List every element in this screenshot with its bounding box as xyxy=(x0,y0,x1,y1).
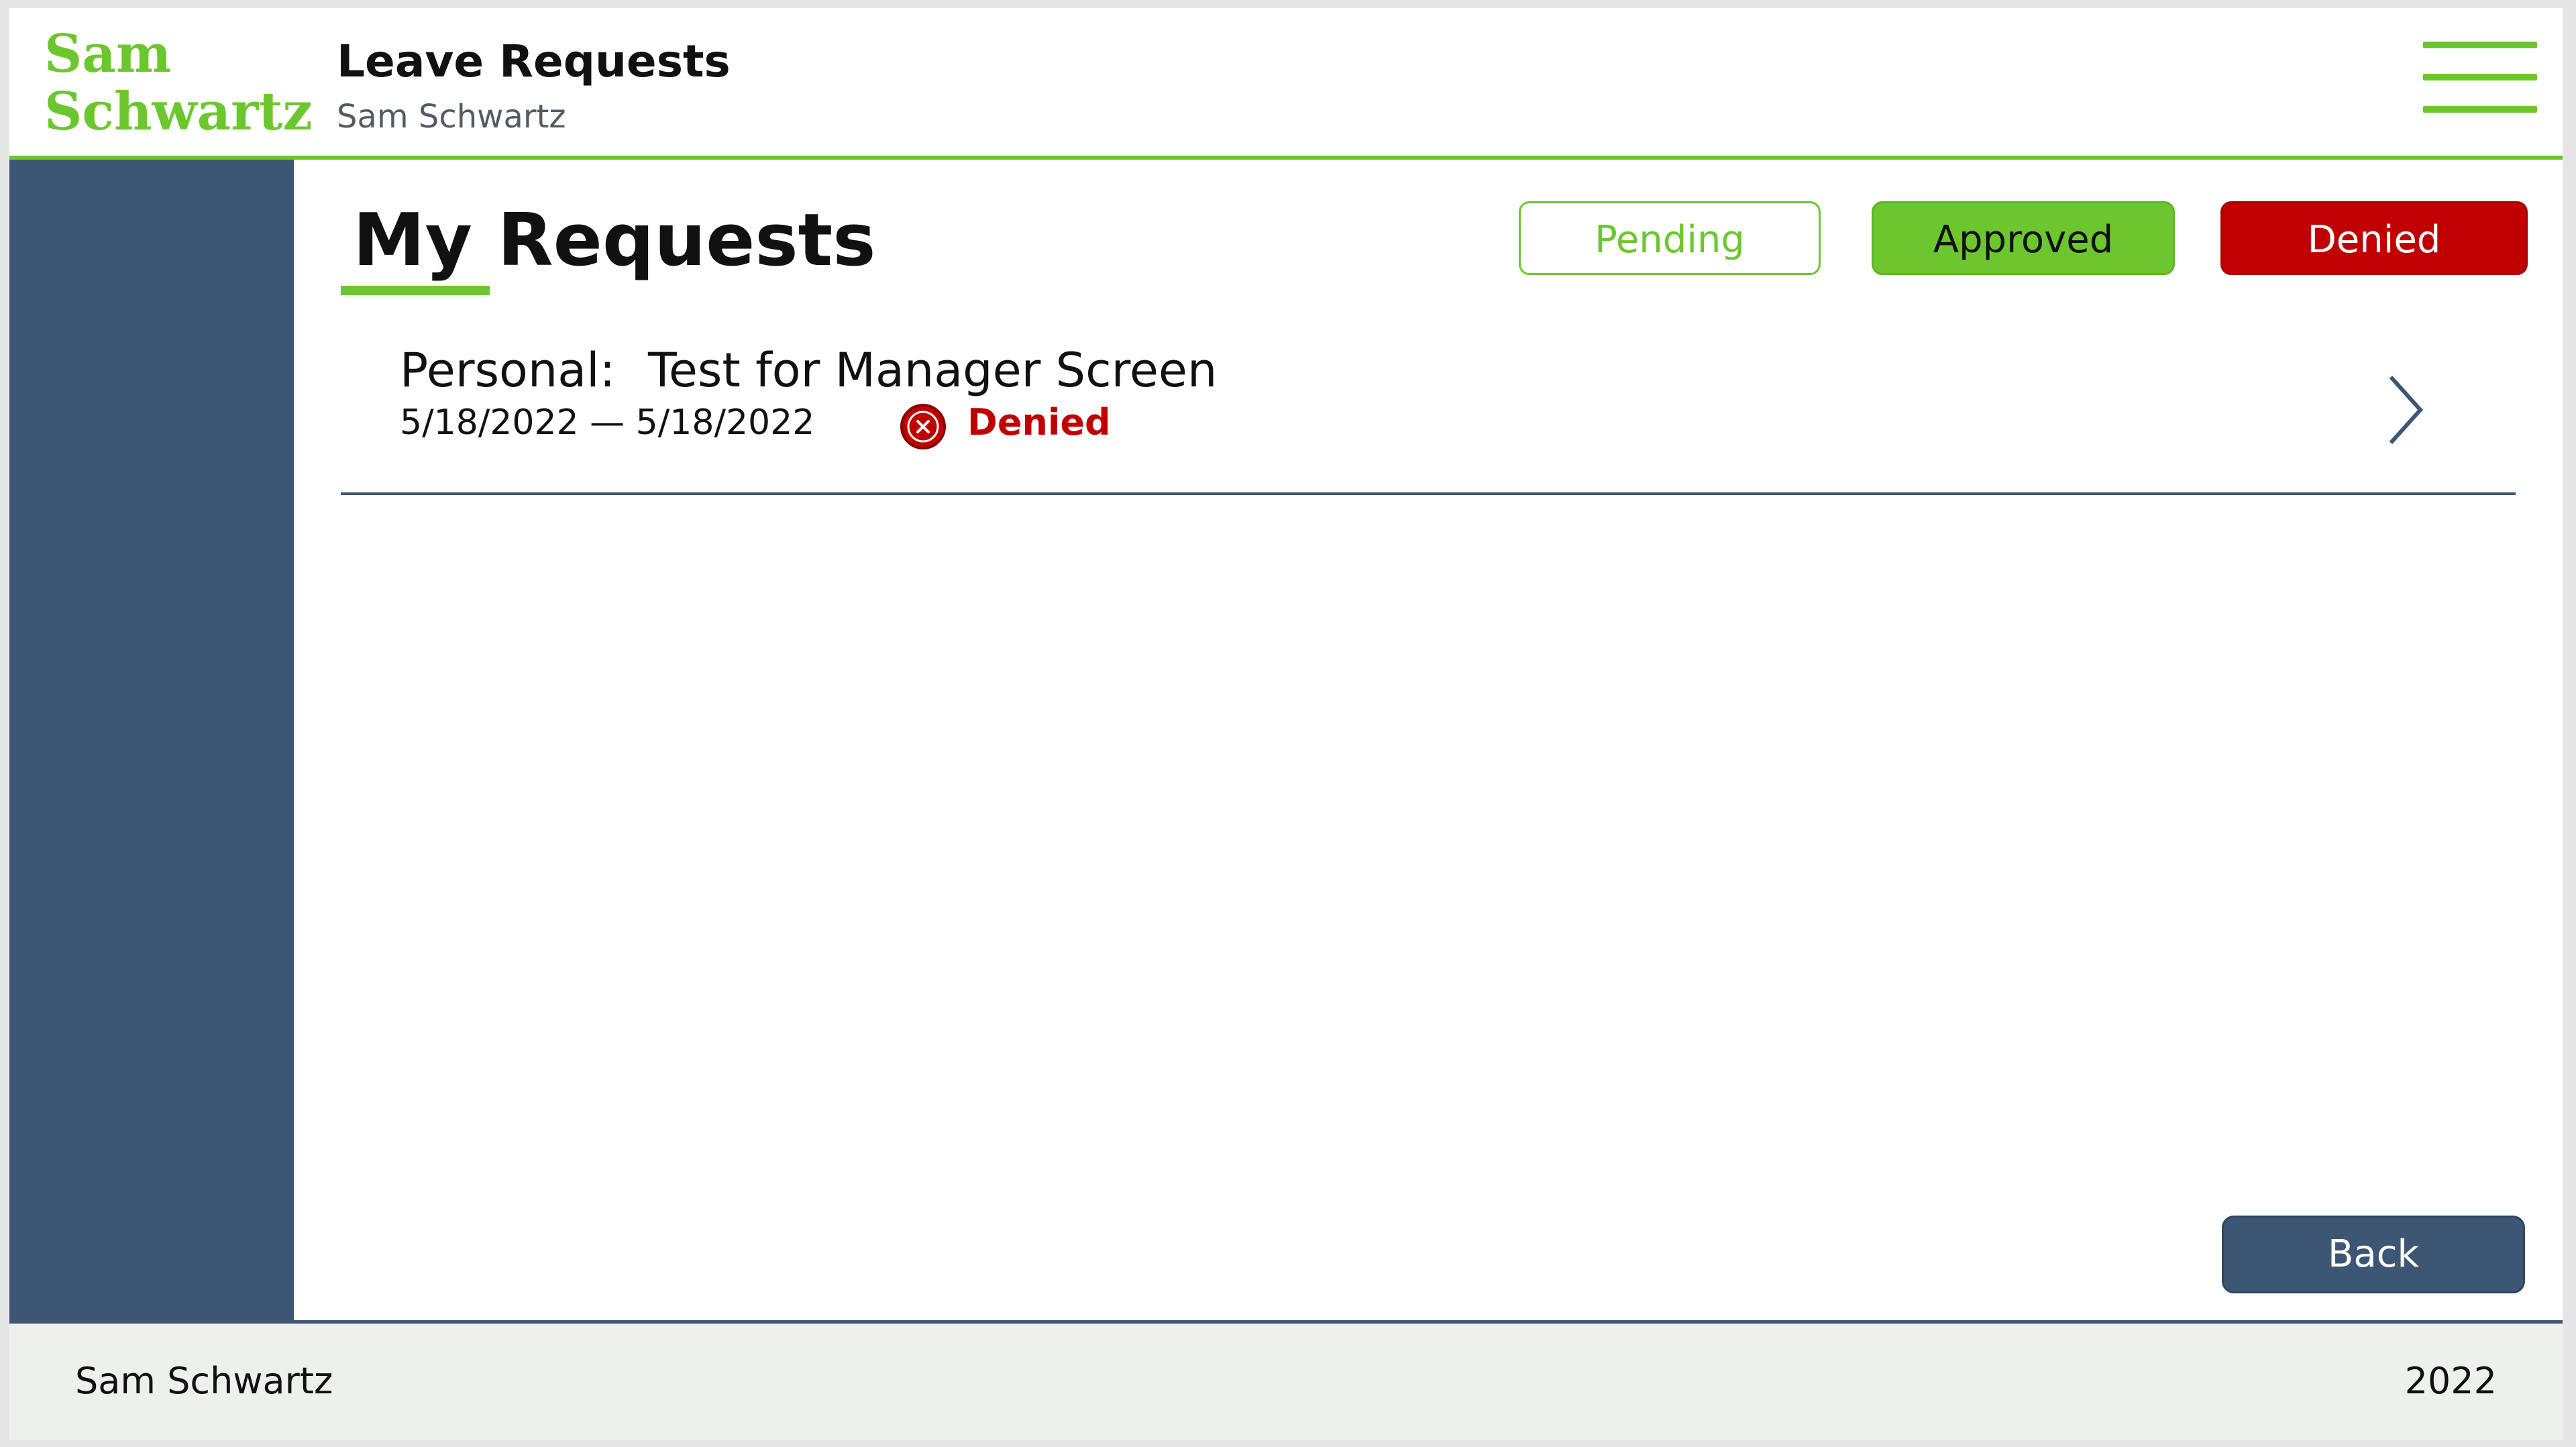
logo-line-1: Sam xyxy=(44,23,172,85)
denied-filter-button[interactable]: Denied xyxy=(2220,201,2528,275)
logo-line-2: Schwartz xyxy=(44,81,313,142)
app-subtitle: Sam Schwartz xyxy=(337,98,566,136)
header: Sam Schwartz Leave Requests Sam Schwartz xyxy=(9,8,2563,160)
footer-year: 2022 xyxy=(2404,1360,2497,1402)
footer: Sam Schwartz 2022 xyxy=(9,1320,2563,1440)
title-underline xyxy=(341,286,490,295)
request-name: Test for Manager Screen xyxy=(648,343,1218,398)
main-content: My Requests Pending Approved Denied Pers… xyxy=(294,160,2563,1320)
x-circle-icon xyxy=(900,404,946,449)
status-badge: Denied xyxy=(967,401,1111,443)
request-dates: 5/18/2022 — 5/18/2022 xyxy=(400,403,815,443)
logo: Sam Schwartz xyxy=(44,25,313,141)
back-button[interactable]: Back xyxy=(2222,1216,2525,1293)
page-title: My Requests xyxy=(353,199,876,282)
sidebar xyxy=(9,160,294,1320)
request-list-item[interactable]: Personal: Test for Manager Screen 5/18/2… xyxy=(341,327,2516,495)
hamburger-menu-icon[interactable] xyxy=(2423,42,2537,115)
chevron-right-icon[interactable] xyxy=(2385,373,2426,447)
app-title: Leave Requests xyxy=(337,36,731,87)
request-type: Personal: xyxy=(400,343,616,398)
footer-name: Sam Schwartz xyxy=(75,1360,333,1402)
app-frame: Sam Schwartz Leave Requests Sam Schwartz… xyxy=(9,8,2563,1440)
approved-filter-button[interactable]: Approved xyxy=(1872,201,2175,275)
pending-filter-button[interactable]: Pending xyxy=(1519,201,1821,275)
